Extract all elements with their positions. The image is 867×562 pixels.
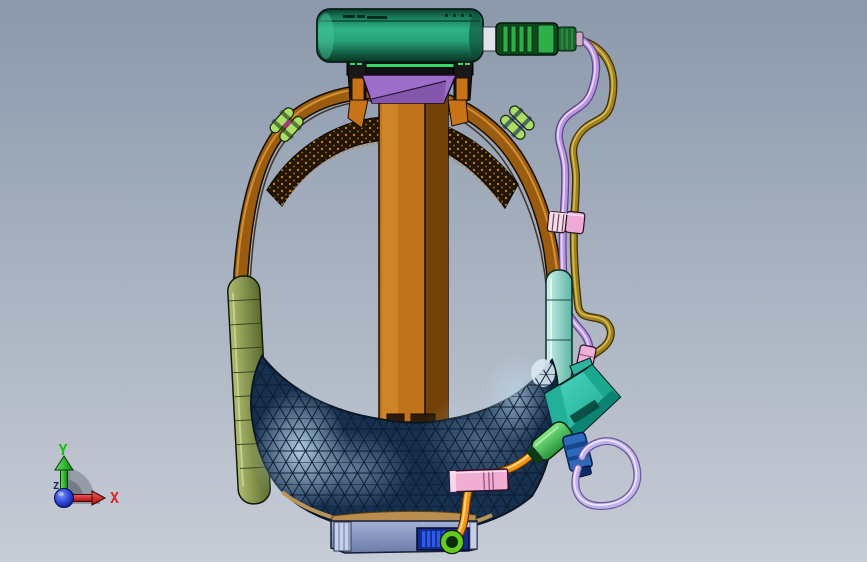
- visor-cable-clip[interactable]: [448, 468, 510, 493]
- battery-cylinder[interactable]: [316, 8, 484, 63]
- cable-clip[interactable]: [546, 209, 586, 235]
- x-axis-label: X: [110, 489, 119, 507]
- front-strap[interactable]: [378, 87, 449, 425]
- mount-bracket: [360, 74, 458, 104]
- power-plug[interactable]: [482, 22, 584, 56]
- cable-ring-connector[interactable]: [439, 529, 465, 555]
- origin-sphere[interactable]: [54, 488, 74, 508]
- cad-viewport[interactable]: Z Y X: [0, 0, 867, 562]
- cad-viewport-canvas[interactable]: Z Y X: [0, 0, 867, 562]
- y-axis-label: Y: [58, 441, 67, 459]
